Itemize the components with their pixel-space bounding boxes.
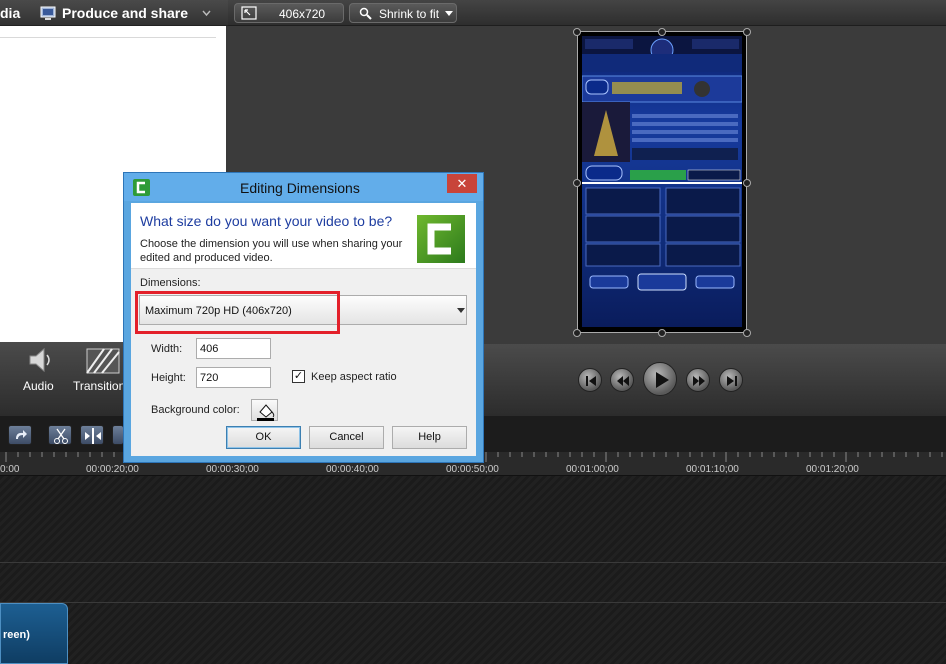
play-icon [656, 372, 669, 388]
dialog-header: What size do you want your video to be? … [131, 203, 476, 269]
dialog-description: Choose the dimension you will use when s… [140, 238, 403, 264]
resize-handle-bottom-right[interactable] [743, 329, 751, 337]
keep-aspect-label[interactable]: Keep aspect ratio [311, 371, 397, 383]
left-tab-bar: dia Produce and share [0, 0, 228, 26]
dialog-titlebar[interactable]: Editing Dimensions ✕ [124, 173, 483, 201]
zoom-dropdown[interactable]: Shrink to fit [349, 3, 457, 23]
resize-handle-top[interactable] [658, 28, 666, 36]
resize-handle-top-right[interactable] [743, 28, 751, 36]
camtasia-app-icon [133, 179, 150, 196]
cancel-button[interactable]: Cancel [309, 426, 384, 449]
video-content-image [582, 36, 742, 327]
produce-share-icon [40, 6, 56, 20]
skip-to-end-button[interactable] [719, 368, 743, 392]
timeline-clip[interactable]: reen) [0, 603, 68, 664]
dialog-title: Editing Dimensions [240, 180, 360, 196]
track-divider [0, 562, 946, 563]
red-highlight-box [135, 291, 340, 334]
tab-produce-and-share[interactable]: Produce and share [62, 5, 188, 21]
tick-label: 00:00:40;00 [326, 464, 379, 475]
resize-icon [241, 6, 257, 20]
tick-label: 00:01:00;00 [566, 464, 619, 475]
redo-icon [16, 430, 27, 439]
tick-label: 0:00 [0, 464, 20, 475]
chevron-down-icon [445, 11, 453, 16]
dialog-body: What size do you want your video to be? … [131, 203, 476, 456]
resize-handle-top-left[interactable] [573, 28, 581, 36]
scissors-icon [54, 428, 68, 444]
resize-handle-right[interactable] [743, 179, 751, 187]
play-button[interactable] [643, 362, 677, 396]
tick-label: 00:01:10;00 [686, 464, 739, 475]
paint-bucket-icon [257, 404, 275, 421]
audio-tool-label[interactable]: Audio [23, 379, 54, 393]
transitions-icon[interactable] [86, 348, 120, 374]
keep-aspect-checkbox[interactable]: ✓ [292, 370, 305, 383]
background-color-button[interactable] [251, 399, 278, 421]
chevron-down-icon [457, 308, 465, 313]
dialog-question: What size do you want your video to be? [140, 213, 393, 229]
dimensions-text: 406x720 [279, 7, 326, 21]
rewind-icon [617, 376, 629, 386]
transitions-tool-label[interactable]: Transition [73, 379, 125, 393]
skip-to-start-button[interactable] [578, 368, 602, 392]
dimensions-label: Dimensions: [140, 277, 201, 289]
video-frame[interactable] [578, 32, 746, 333]
height-input[interactable] [196, 367, 271, 388]
ok-button[interactable]: OK [226, 426, 301, 449]
close-button[interactable]: ✕ [447, 174, 477, 193]
tick-label: 00:00:20;00 [86, 464, 139, 475]
resize-handle-bottom-left[interactable] [573, 329, 581, 337]
search-icon [359, 7, 372, 20]
resize-handle-bottom[interactable] [658, 329, 666, 337]
rewind-button[interactable] [610, 368, 634, 392]
tick-label: 00:00:50;00 [446, 464, 499, 475]
fast-forward-icon [693, 376, 705, 386]
dimensions-button[interactable]: 406x720 [234, 3, 344, 23]
split-icon [85, 428, 101, 444]
camtasia-logo-icon [417, 215, 465, 263]
height-label: Height: [151, 372, 186, 384]
tab-dropdown-icon[interactable] [202, 9, 211, 17]
media-bin-divider [0, 37, 216, 38]
timeline-tracks[interactable] [0, 476, 946, 664]
background-color-label: Background color: [151, 404, 240, 416]
split-button[interactable] [80, 425, 104, 445]
cut-button[interactable] [48, 425, 72, 445]
track-divider [0, 602, 946, 603]
preview-toolbar: 406x720 Shrink to fit [228, 0, 946, 26]
skip-start-icon [586, 376, 596, 386]
editing-dimensions-dialog: Editing Dimensions ✕ What size do you wa… [123, 172, 484, 463]
skip-end-icon [727, 376, 737, 386]
game-screenshot-graphic [582, 36, 742, 291]
clip-label: reen) [3, 629, 30, 641]
tick-label: 00:01:20;00 [806, 464, 859, 475]
tick-label: 00:00:30;00 [206, 464, 259, 475]
resize-handle-left[interactable] [573, 179, 581, 187]
zoom-value: Shrink to fit [379, 7, 440, 21]
redo-button[interactable] [8, 425, 32, 445]
help-button[interactable]: Help [392, 426, 467, 449]
width-input[interactable] [196, 338, 271, 359]
speaker-icon[interactable] [26, 345, 54, 375]
tab-media[interactable]: dia [0, 5, 20, 21]
width-label: Width: [151, 343, 183, 355]
fast-forward-button[interactable] [686, 368, 710, 392]
